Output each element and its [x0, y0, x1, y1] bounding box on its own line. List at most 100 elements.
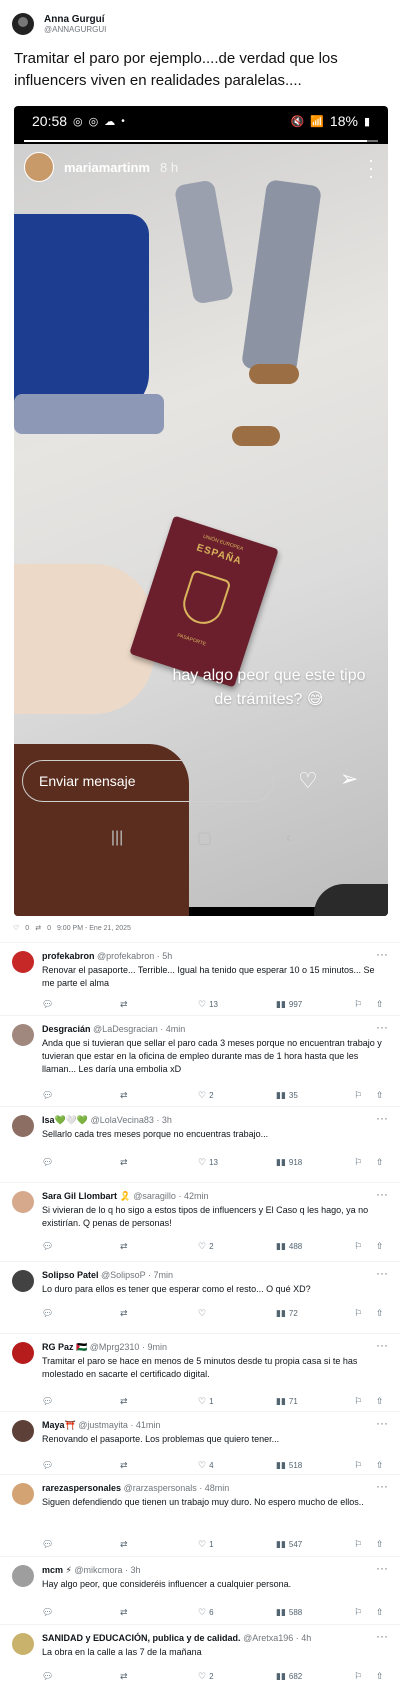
more-options-icon[interactable]: ··· [376, 1187, 388, 1201]
more-options-icon[interactable]: ··· [368, 151, 374, 185]
bookmark-button[interactable]: ⚐ [354, 999, 362, 1010]
reply-author-handle[interactable]: @rarzaspersonals [124, 1483, 197, 1493]
reply-row[interactable]: Maya⛩️ @justmayita · 41min ··· Renovando… [0, 1411, 400, 1474]
more-options-icon[interactable]: ··· [376, 1629, 388, 1643]
retweet-button[interactable]: ⇄ [120, 1157, 128, 1168]
reply-button[interactable]: 💬︎ [42, 1241, 53, 1252]
share-button[interactable]: ⇧ [376, 1157, 384, 1168]
views-button[interactable]: ▮▮ 682 [276, 1671, 302, 1682]
views-button[interactable]: ▮▮ 72 [276, 1308, 298, 1319]
reply-author-name[interactable]: mcm ⚡ [42, 1565, 72, 1575]
reply-author-name[interactable]: profekabron [42, 951, 95, 961]
reply-button[interactable]: 💬︎ [42, 1539, 53, 1550]
more-options-icon[interactable]: ··· [376, 1416, 388, 1430]
reply-author-handle[interactable]: @SolipsoP [101, 1270, 146, 1280]
avatar[interactable] [12, 1483, 34, 1505]
like-button[interactable]: ♡ 4 [198, 1460, 214, 1471]
retweet-button[interactable]: ⇄ [120, 1396, 128, 1407]
share-button[interactable]: ⇧ [376, 999, 384, 1010]
views-button[interactable]: ▮▮ 488 [276, 1241, 302, 1252]
recent-apps-icon[interactable]: ||| [111, 829, 123, 847]
reply-button[interactable]: 💬︎ [42, 1308, 53, 1319]
reply-button[interactable]: 💬︎ [42, 1460, 53, 1471]
bookmark-button[interactable]: ⚐ [354, 1539, 362, 1550]
more-options-icon[interactable]: ··· [376, 1479, 388, 1493]
more-options-icon[interactable]: ··· [376, 1020, 388, 1034]
views-button[interactable]: ▮▮ 997 [276, 999, 302, 1010]
reply-author-handle[interactable]: @LaDesgracian [93, 1024, 158, 1034]
more-options-icon[interactable]: ··· [376, 1111, 388, 1125]
reply-button[interactable]: 💬︎ [42, 1607, 53, 1618]
home-icon[interactable]: ▢ [197, 828, 212, 848]
reply-author-name[interactable]: rarezaspersonales [42, 1483, 121, 1493]
bookmark-button[interactable]: ⚐ [354, 1157, 362, 1168]
views-button[interactable]: ▮▮ 918 [276, 1157, 302, 1168]
reply-row[interactable]: RG Paz 🇵🇸 @Mprg2310 · 9min ··· Tramitar … [0, 1333, 400, 1411]
retweet-button[interactable]: ⇄ [120, 1539, 128, 1550]
heart-icon[interactable]: ♡ [298, 768, 318, 794]
avatar[interactable] [12, 1024, 34, 1046]
more-options-icon[interactable]: ··· [376, 1561, 388, 1575]
reply-row[interactable]: Sara Gil Llombart 🎗️ @saragillo · 42min … [0, 1182, 400, 1261]
avatar[interactable] [12, 1420, 34, 1442]
retweet-button[interactable]: ⇄ [120, 1090, 128, 1101]
like-button[interactable]: ♡ 2 [198, 1241, 214, 1252]
like-button[interactable]: ♡ 1 [198, 1396, 214, 1407]
avatar[interactable] [12, 13, 34, 35]
like-icon[interactable]: ♡ [13, 924, 19, 932]
reply-row[interactable]: rarezaspersonales @rarzaspersonals · 48m… [0, 1474, 400, 1556]
reply-author-name[interactable]: RG Paz [42, 1342, 74, 1352]
more-options-icon[interactable]: ··· [376, 947, 388, 961]
reply-row[interactable]: SANIDAD y EDUCACIÓN, publica y de calida… [0, 1624, 400, 1686]
views-button[interactable]: ▮▮ 588 [276, 1607, 302, 1618]
share-button[interactable]: ⇧ [376, 1460, 384, 1471]
reply-button[interactable]: 💬︎ [42, 1157, 53, 1168]
message-input[interactable]: Enviar mensaje [22, 760, 274, 802]
share-button[interactable]: ⇧ [376, 1539, 384, 1550]
share-button[interactable]: ⇧ [376, 1090, 384, 1101]
share-button[interactable]: ⇧ [376, 1308, 384, 1319]
avatar[interactable] [12, 1115, 34, 1137]
send-icon[interactable]: ➢ [340, 766, 358, 792]
retweet-button[interactable]: ⇄ [120, 1308, 128, 1319]
bookmark-button[interactable]: ⚐ [354, 1090, 362, 1101]
reply-author-handle[interactable]: @justmayita [78, 1420, 128, 1430]
reply-row[interactable]: profekabron @profekabron · 5h ··· Renova… [0, 942, 400, 1015]
avatar[interactable] [12, 1565, 34, 1587]
bookmark-button[interactable]: ⚐ [354, 1460, 362, 1471]
retweet-button[interactable]: ⇄ [120, 1460, 128, 1471]
views-button[interactable]: ▮▮ 547 [276, 1539, 302, 1550]
reply-author-name[interactable]: Sara Gil Llombart [42, 1191, 117, 1201]
share-button[interactable]: ⇧ [376, 1671, 384, 1682]
bookmark-button[interactable]: ⚐ [354, 1308, 362, 1319]
avatar[interactable] [24, 152, 54, 182]
reply-author-handle[interactable]: @mikcmora [74, 1565, 122, 1575]
views-button[interactable]: ▮▮ 35 [276, 1090, 298, 1101]
bookmark-button[interactable]: ⚐ [354, 1607, 362, 1618]
reply-button[interactable]: 💬︎ [42, 999, 53, 1010]
share-button[interactable]: ⇧ [376, 1396, 384, 1407]
more-options-icon[interactable]: ··· [376, 1266, 388, 1280]
avatar[interactable] [12, 951, 34, 973]
reply-button[interactable]: 💬︎ [42, 1396, 53, 1407]
like-button[interactable]: ♡ 2 [198, 1090, 214, 1101]
story-screenshot[interactable]: UNIÓN EUROPEA ESPAÑA PASAPORTE hay algo … [14, 106, 388, 916]
story-username[interactable]: mariamartinm [64, 160, 150, 175]
bookmark-button[interactable]: ⚐ [354, 1396, 362, 1407]
avatar[interactable] [12, 1633, 34, 1655]
like-button[interactable]: ♡ 6 [198, 1607, 214, 1618]
reply-button[interactable]: 💬︎ [42, 1090, 53, 1101]
author-name[interactable]: Anna Gurguí [44, 14, 106, 25]
reply-author-handle[interactable]: @profekabron [97, 951, 154, 961]
retweet-button[interactable]: ⇄ [120, 1671, 128, 1682]
like-button[interactable]: ♡ 13 [198, 999, 218, 1010]
reply-author-name[interactable]: SANIDAD y EDUCACIÓN, publica y de calida… [42, 1633, 241, 1643]
author-handle[interactable]: @ANNAGURGUI [44, 25, 106, 34]
reply-row[interactable]: mcm ⚡ @mikcmora · 3h ··· Hay algo peor, … [0, 1556, 400, 1624]
reply-author-handle[interactable]: @Aretxa196 [243, 1633, 293, 1643]
reply-author-handle[interactable]: @saragillo [133, 1191, 176, 1201]
avatar[interactable] [12, 1191, 34, 1213]
retweet-button[interactable]: ⇄ [120, 999, 128, 1010]
reply-author-name[interactable]: Solipso Patel [42, 1270, 99, 1280]
reply-row[interactable]: Solipso Patel @SolipsoP · 7min ··· Lo du… [0, 1261, 400, 1333]
